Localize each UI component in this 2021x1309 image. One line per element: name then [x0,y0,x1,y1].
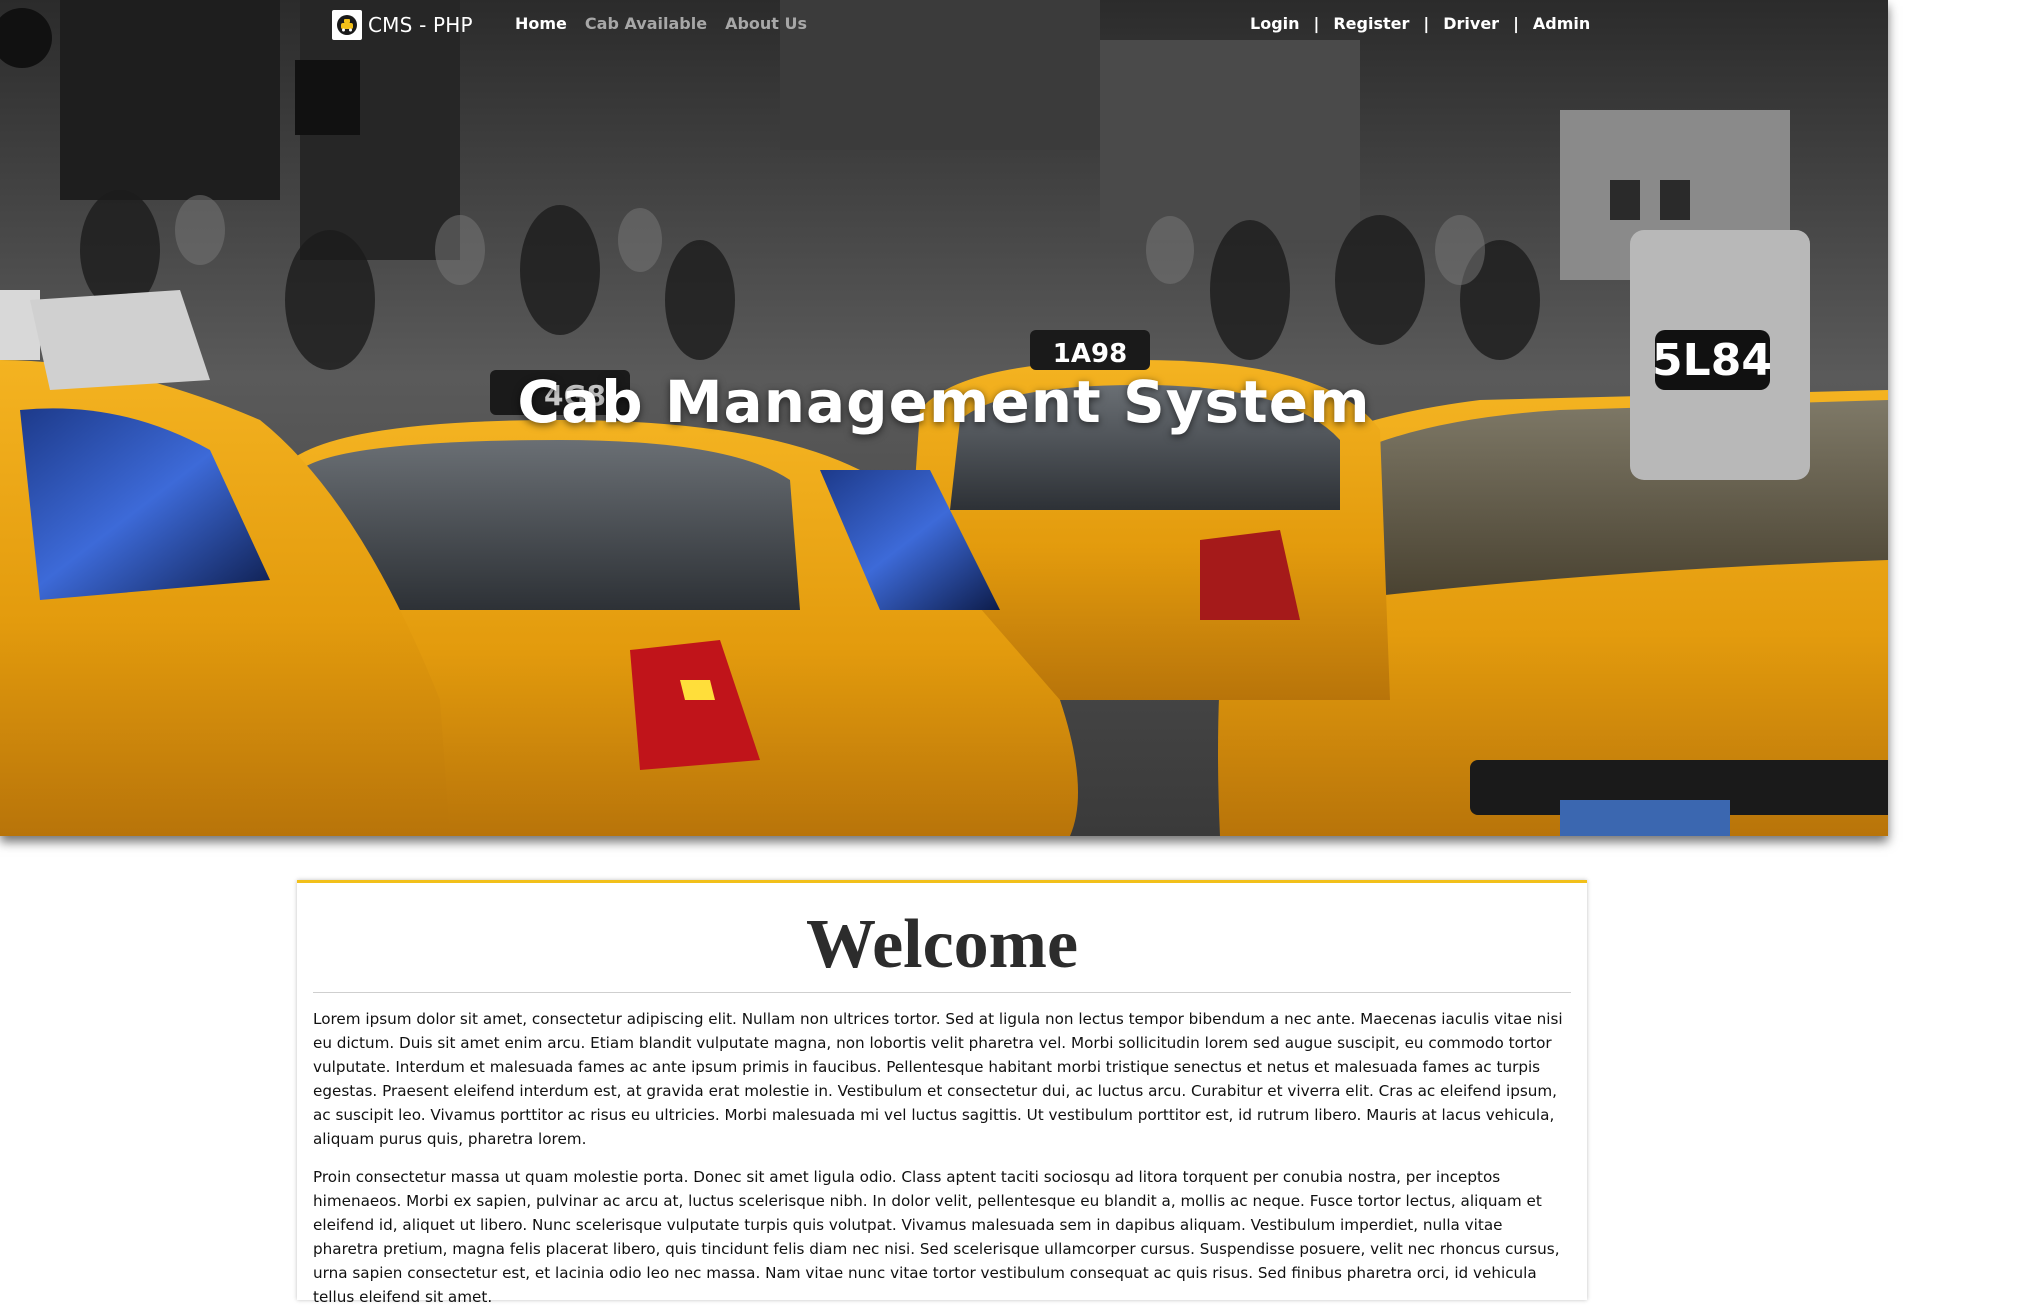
welcome-card: Welcome Lorem ipsum dolor sit amet, cons… [297,880,1587,1306]
hero-banner: 5L84 1A98 4G8 CMS - PHP Home Cab Availab… [0,0,1888,836]
nav-register-link[interactable]: Register [1333,14,1409,33]
primary-nav: Home Cab Available About Us [515,14,807,33]
nav-login-link[interactable]: Login [1250,14,1300,33]
nav-admin-link[interactable]: Admin [1533,14,1590,33]
nav-home-link[interactable]: Home [515,14,567,33]
nav-separator: | [1313,14,1320,33]
top-navbar: CMS - PHP Home Cab Available About Us Lo… [0,0,1888,50]
hero-title: Cab Management System [517,368,1371,436]
nav-driver-link[interactable]: Driver [1443,14,1499,33]
nav-about-us-link[interactable]: About Us [725,14,807,33]
brand-name: CMS - PHP [368,13,473,37]
heading-divider [313,992,1571,993]
welcome-heading: Welcome [805,906,1079,983]
nav-separator: | [1423,14,1430,33]
brand[interactable]: CMS - PHP [332,10,473,40]
welcome-paragraph-1: Lorem ipsum dolor sit amet, consectetur … [313,1010,1563,1148]
welcome-paragraph-2: Proin consectetur massa ut quam molestie… [313,1168,1560,1306]
taxi-logo-icon [332,10,362,40]
nav-separator: | [1513,14,1519,33]
account-nav: Login | Register | Driver | Admin [1250,14,1590,33]
nav-cab-available-link[interactable]: Cab Available [585,14,707,33]
hero-plate-1a98: 1A98 [1053,339,1127,369]
